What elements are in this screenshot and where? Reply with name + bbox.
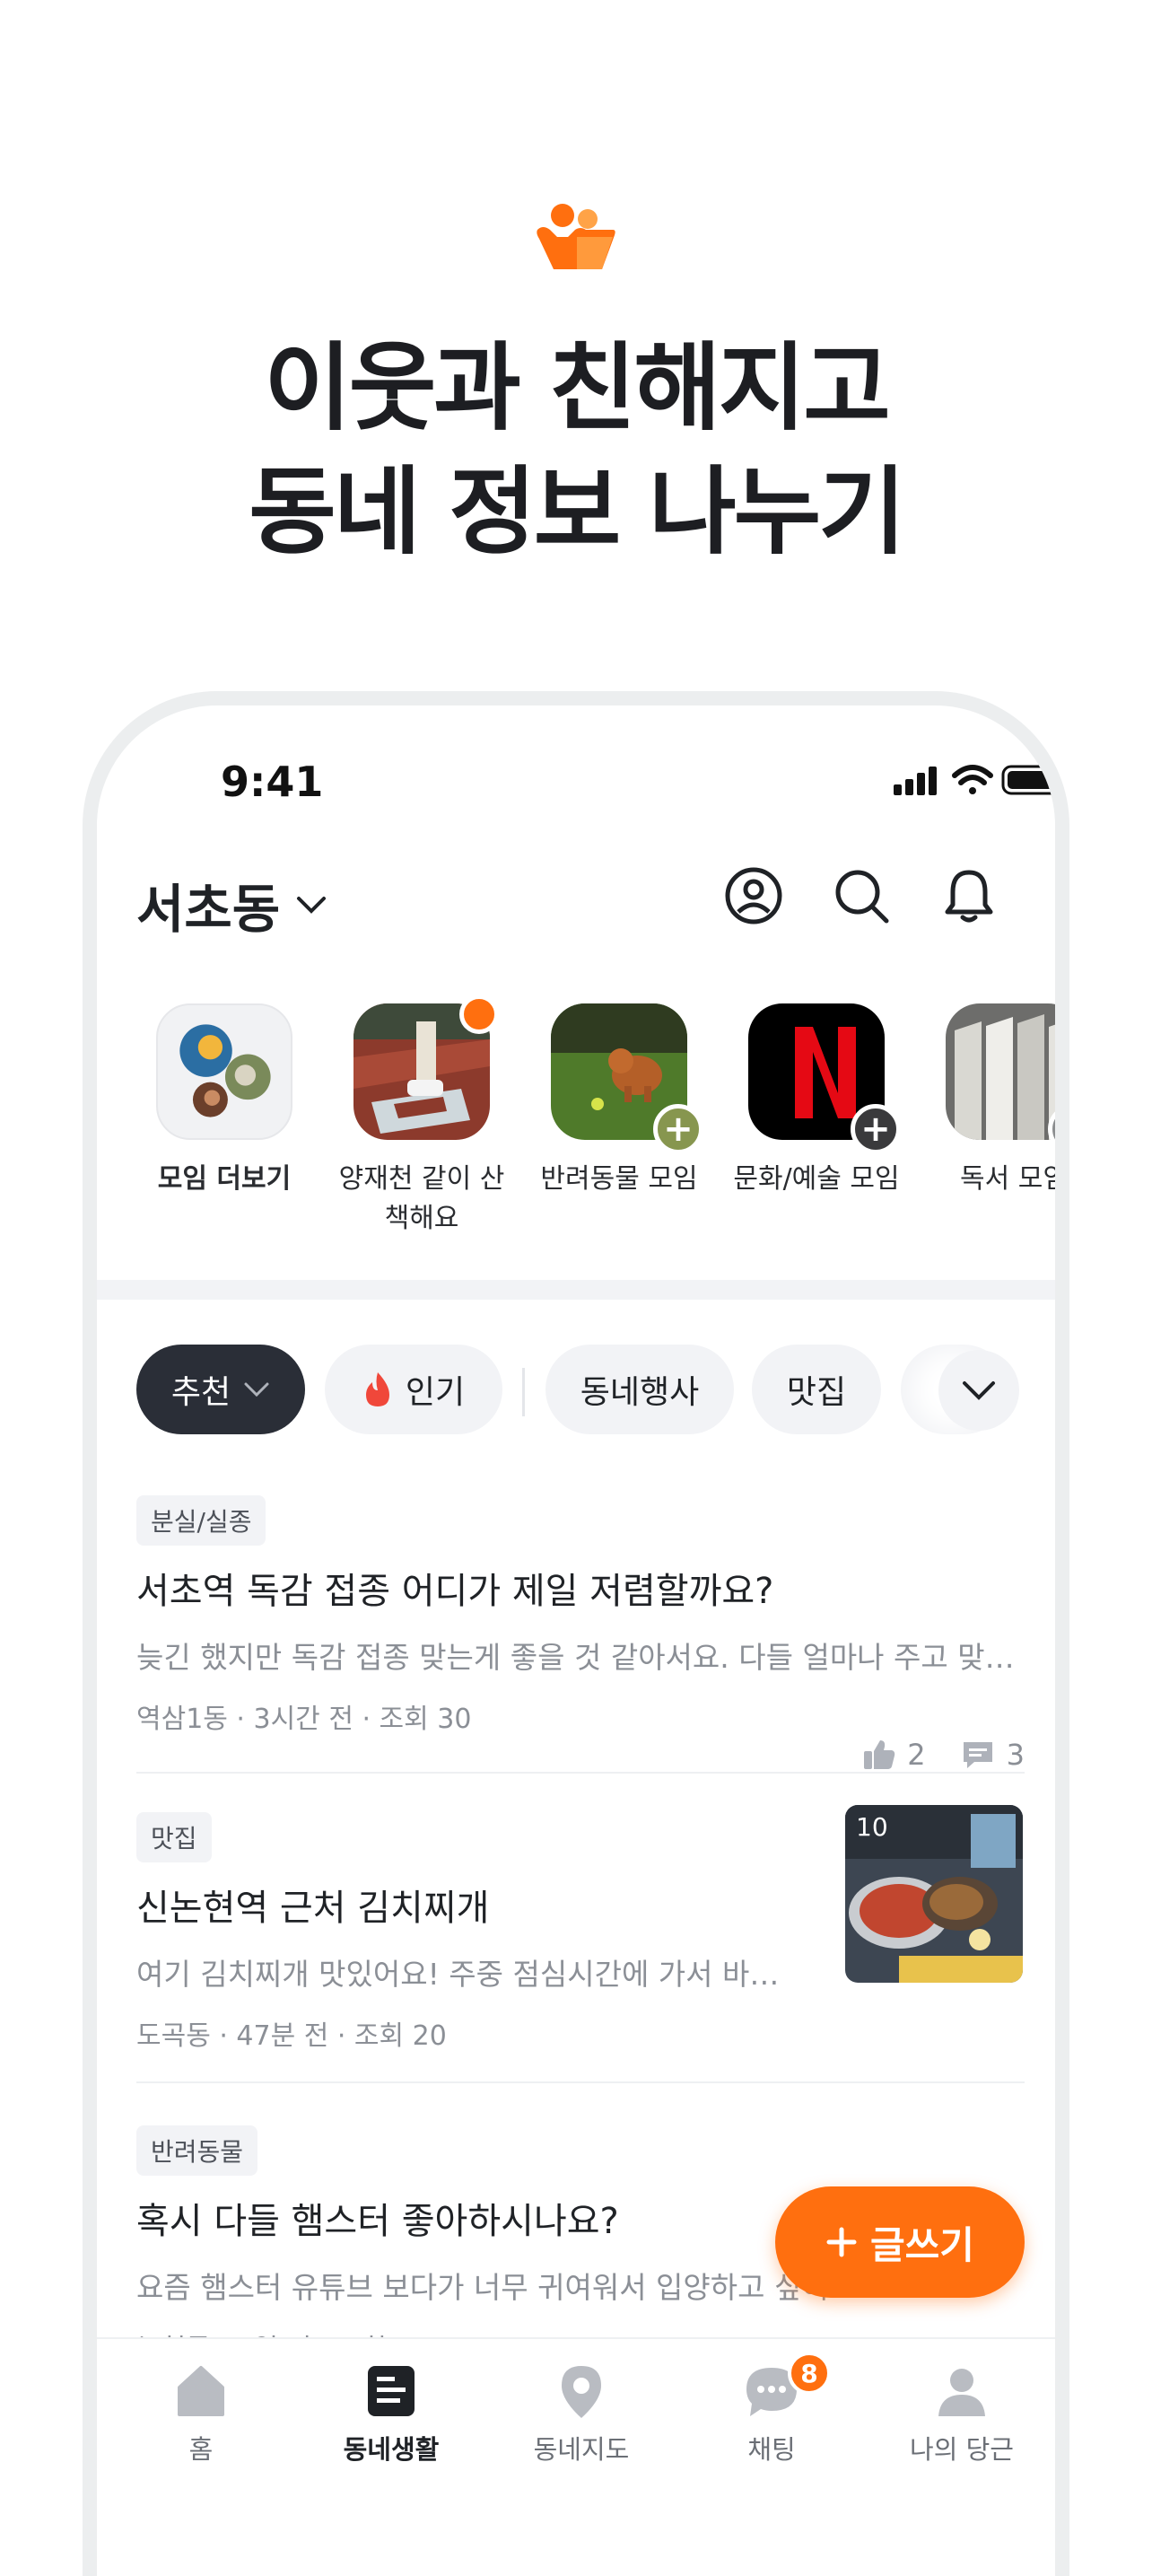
tab-neighborhood-life[interactable]: 동네생활 (301, 2362, 481, 2466)
group-label-line-2: 책해요 (384, 1203, 459, 1234)
write-post-button[interactable]: 글쓰기 (775, 2186, 1025, 2298)
section-divider (97, 1280, 1055, 1300)
expand-filters-button[interactable] (938, 1350, 1019, 1431)
tab-my-carrot[interactable]: 나의 당근 (872, 2362, 1052, 2466)
filter-chip-events[interactable]: 동네행사 (545, 1345, 734, 1434)
post-meta: 역삼1동 · 3시간 전 · 조회 30 (136, 1704, 472, 1735)
fire-icon (365, 1372, 389, 1406)
comment-count: 3 (1006, 1738, 1025, 1772)
profile-icon[interactable] (723, 865, 784, 926)
group-more-thumb (156, 1003, 292, 1140)
group-label: 양재천 같이 산 책해요 (332, 1160, 511, 1239)
post-tag: 반려동물 (136, 2125, 258, 2176)
post-title: 서초역 독감 접종 어디가 제일 저렴할까요? (136, 1571, 774, 1612)
chip-separator (522, 1368, 525, 1416)
filter-chip-label: 추천 (170, 1374, 231, 1411)
filter-chip-food[interactable]: 맛집 (752, 1345, 881, 1434)
group-culture-art[interactable]: + 문화/예술 모임 (727, 1003, 906, 1199)
new-dot-badge (459, 994, 499, 1034)
map-pin-icon (562, 2366, 601, 2418)
like-count: 2 (907, 1738, 926, 1772)
tab-label: 홈 (188, 2434, 214, 2465)
tab-label: 동네지도 (533, 2434, 630, 2465)
filter-chip-popular[interactable]: 인기 (325, 1345, 502, 1434)
comment-icon (963, 1742, 992, 1768)
bottom-tab-bar: 홈 동네생활 동네지도 8 채팅 나의 당근 (97, 2337, 1055, 2576)
status-icons (894, 765, 1055, 795)
group-more[interactable]: 모임 더보기 (135, 1003, 314, 1199)
chevron-down-icon (297, 897, 327, 914)
group-label: 반려동물 모임 (540, 1163, 698, 1195)
post-tag: 분실/실종 (136, 1495, 266, 1546)
group-thumb: + (946, 1003, 1055, 1154)
write-post-label: 글쓰기 (870, 2222, 974, 2267)
tab-chat[interactable]: 8 채팅 (682, 2352, 861, 2466)
tab-label: 나의 당근 (910, 2434, 1014, 2465)
post-divider (136, 1772, 1025, 1774)
search-icon[interactable] (831, 865, 892, 926)
filter-chip-label: 맛집 (786, 1374, 847, 1411)
location-selector[interactable]: 서초동 (136, 867, 327, 942)
group-label: 문화/예술 모임 (733, 1163, 900, 1195)
post-meta: 도곡동 · 47분 전 · 조회 20 (136, 2020, 447, 2052)
chevron-down-icon (244, 1382, 269, 1398)
location-label: 서초동 (136, 879, 281, 940)
board-icon (368, 2366, 415, 2416)
home-icon (178, 2366, 224, 2416)
chevron-down-icon (963, 1381, 995, 1400)
tab-neighborhood-map[interactable]: 동네지도 (492, 2362, 671, 2466)
status-time: 9:41 (221, 758, 324, 806)
battery-icon (1001, 765, 1055, 795)
tab-label: 채팅 (747, 2434, 796, 2465)
phone-frame: 9:41 서초동 모임 더보기 양재천 같이 산 책해요 + 반려동물 모임 +… (83, 691, 1069, 2576)
join-plus-icon[interactable]: + (851, 1104, 901, 1154)
filter-chip-label: 동네행사 (580, 1374, 700, 1411)
group-reading[interactable]: + 독서 모임 (924, 1003, 1068, 1199)
chat-unread-badge: 8 (788, 2352, 831, 2395)
post-thumbnail[interactable]: 10 (845, 1805, 1023, 1983)
group-label-line-1: 양재천 같이 산 (338, 1163, 505, 1195)
headline-line-2: 동네 정보 나누기 (249, 457, 905, 567)
post-title: 신논현역 근처 김치찌개 (136, 1888, 490, 1929)
post-tag: 맛집 (136, 1812, 212, 1862)
post-body: 여기 김치찌개 맛있어요! 주중 점심시간에 가서 바로... (136, 1957, 800, 1992)
filter-chip-label: 인기 (405, 1374, 466, 1411)
image-count: 10 (856, 1812, 888, 1842)
group-label: 모임 더보기 (157, 1163, 292, 1195)
headline-line-1: 이웃과 친해지고 (264, 333, 891, 443)
group-label: 독서 모임 (960, 1163, 1068, 1195)
signal-icon (894, 767, 937, 795)
post-counts: 2 3 (862, 1738, 1025, 1772)
group-thumb: + (551, 1003, 703, 1154)
thumbs-up-icon (864, 1740, 895, 1769)
community-people-icon (537, 204, 615, 269)
post-divider (136, 2081, 1025, 2083)
tab-home[interactable]: 홈 (111, 2362, 291, 2466)
plus-icon (826, 2227, 857, 2257)
group-pets[interactable]: + 반려동물 모임 (529, 1003, 709, 1199)
tab-label: 동네생활 (343, 2434, 440, 2465)
post-body: 늦긴 했지만 독감 접종 맞는게 좋을 것 같아서요. 다들 얼마나 주고 맞으… (136, 1640, 1025, 1675)
filter-chip-recommended[interactable]: 추천 (136, 1345, 305, 1434)
group-yangjaecheon-walk[interactable]: 양재천 같이 산 책해요 (332, 994, 511, 1239)
group-thumb: + (748, 1003, 901, 1154)
bell-icon[interactable] (938, 865, 999, 926)
post-item[interactable]: 분실/실종 서초역 독감 접종 어디가 제일 저렴할까요? 늦긴 했지만 독감 … (136, 1495, 1025, 1772)
group-thumb (353, 994, 499, 1140)
wifi-icon (952, 765, 993, 794)
join-plus-icon[interactable]: + (653, 1104, 703, 1154)
person-icon (938, 2369, 985, 2416)
post-item[interactable]: 맛집 신논현역 근처 김치찌개 여기 김치찌개 맛있어요! 주중 점심시간에 가… (136, 1812, 800, 2053)
